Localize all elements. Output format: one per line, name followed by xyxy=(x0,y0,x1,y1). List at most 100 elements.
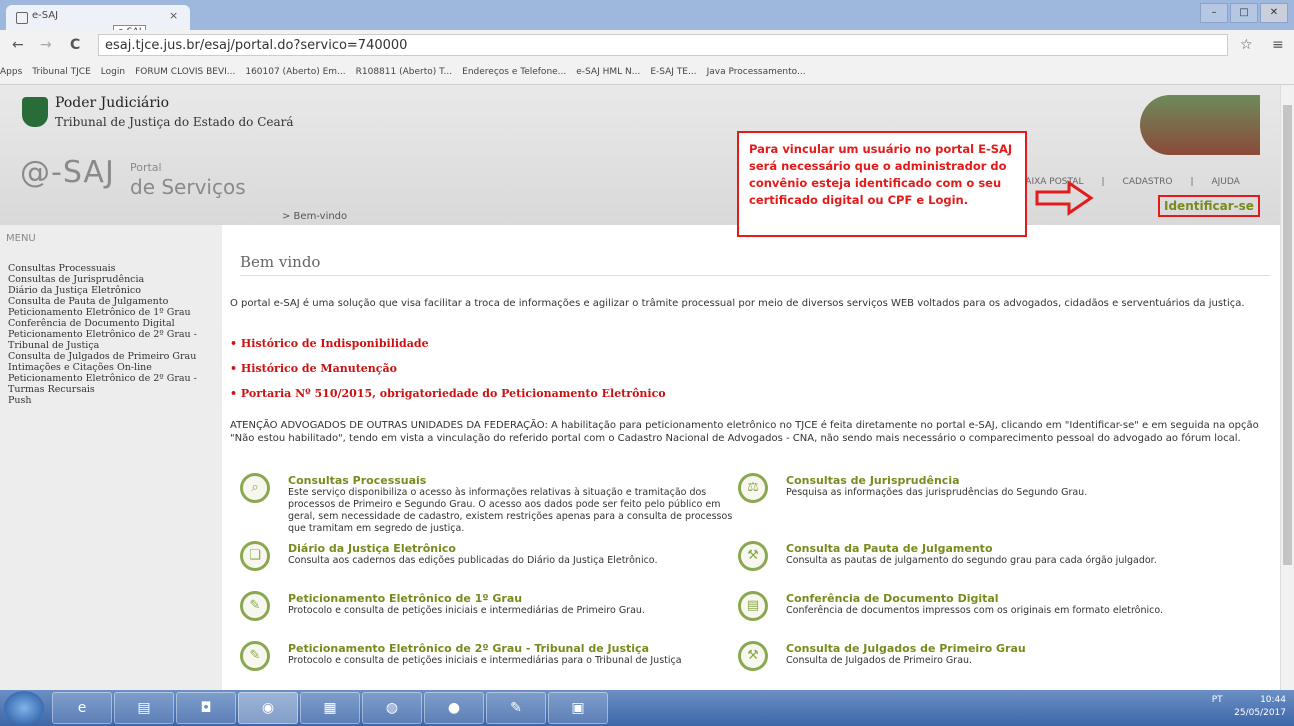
menu-items: Consultas Processuais Consultas de Jurisp… xyxy=(8,263,220,406)
service-title[interactable]: Peticionamento Eletrônico de 2º Grau - T… xyxy=(288,642,649,655)
sidebar-item[interactable]: Intimações e Citações On-line xyxy=(8,362,220,373)
service-title[interactable]: Consulta da Pauta de Julgamento xyxy=(786,542,993,555)
gavel-icon[interactable]: ⚒ xyxy=(738,541,768,571)
clock-time[interactable]: 10:44 xyxy=(1260,695,1286,705)
address-bar[interactable]: esaj.tjce.jus.br/esaj/portal.do?servico=… xyxy=(98,34,1228,56)
bookmark-item[interactable]: Login xyxy=(101,67,125,77)
forward-button[interactable]: → xyxy=(40,37,52,53)
office-taskbar-icon[interactable]: ◘ xyxy=(176,692,236,724)
org-title: Poder Judiciário xyxy=(55,95,170,111)
sidebar-item[interactable]: Consulta de Pauta de Julgamento xyxy=(8,296,220,307)
annotation-arrow-icon xyxy=(1035,180,1094,216)
tab-close-button[interactable]: × xyxy=(169,9,178,22)
logo-portal-text: Portal xyxy=(130,161,162,174)
app-taskbar-icon[interactable]: ✎ xyxy=(486,692,546,724)
file-check-icon[interactable]: ▤ xyxy=(738,591,768,621)
sidebar-item[interactable]: Peticionamento Eletrônico de 2º Grau - T… xyxy=(8,373,220,395)
bookmark-item[interactable]: Tribunal TJCE xyxy=(32,67,91,77)
sidebar-item[interactable]: Consultas de Jurisprudência xyxy=(8,274,220,285)
sidebar-item[interactable]: Consultas Processuais xyxy=(8,263,220,274)
scales-icon[interactable]: ⚖ xyxy=(738,473,768,503)
browser-menu-button[interactable]: ≡ xyxy=(1272,37,1284,53)
sidebar-menu: MENU Consultas Processuais Consultas de J… xyxy=(0,225,222,690)
service-title[interactable]: Consultas Processuais xyxy=(288,474,426,487)
close-window-button[interactable]: ✕ xyxy=(1260,3,1288,23)
windows-taskbar: e ▤ ◘ ◉ ▦ ◍ ● ✎ ▣ PT 10:44 25/05/2017 xyxy=(0,690,1294,726)
courthouse-image xyxy=(1140,95,1260,155)
explorer-taskbar-icon[interactable]: ▤ xyxy=(114,692,174,724)
atencao-notice: ATENÇÃO ADVOGADOS DE OUTRAS UNIDADES DA … xyxy=(230,420,1259,444)
bookmark-item[interactable]: FORUM CLOVIS BEVI... xyxy=(135,67,235,77)
service-description: Conferência de documentos impressos com … xyxy=(786,605,1164,616)
sidebar-item[interactable]: Peticionamento Eletrônico de 2º Grau - T… xyxy=(8,329,220,351)
notice-links: Histórico de Indisponibilidade Histórico… xyxy=(230,337,666,412)
magnifier-icon[interactable]: ⌕ xyxy=(240,473,270,503)
sidebar-item[interactable]: Diário da Justiça Eletrônico xyxy=(8,285,220,296)
bookmark-item[interactable]: Endereços e Telefone... xyxy=(462,67,566,77)
bookmark-item[interactable]: e-SAJ HML N... xyxy=(576,67,640,77)
service-description: Protocolo e consulta de petições iniciai… xyxy=(288,655,682,666)
chrome-taskbar-icon[interactable]: ◉ xyxy=(238,692,298,724)
link-separator: | xyxy=(1101,177,1105,187)
sidebar-item[interactable]: Conferência de Documento Digital xyxy=(8,318,220,329)
bookmark-item[interactable]: E-SAJ TE... xyxy=(650,67,696,77)
org-subtitle: Tribunal de Justiça do Estado do Ceará xyxy=(55,115,294,129)
service-title[interactable]: Peticionamento Eletrônico de 1º Grau xyxy=(288,592,522,605)
service-description: Protocolo e consulta de petições iniciai… xyxy=(288,605,645,616)
start-button-icon[interactable] xyxy=(4,691,44,725)
document-taskbar-icon[interactable]: ▦ xyxy=(300,692,360,724)
clock-date[interactable]: 25/05/2017 xyxy=(1234,708,1286,718)
cadastro-link[interactable]: CADASTRO xyxy=(1123,177,1173,187)
maximize-button[interactable]: □ xyxy=(1230,3,1258,23)
page-scrollbar[interactable] xyxy=(1280,85,1294,690)
service-description: Pesquisa as informações das jurisprudênc… xyxy=(786,487,1088,498)
saj-taskbar-icon[interactable]: ▣ xyxy=(548,692,608,724)
sidebar-item[interactable]: Consulta de Julgados de Primeiro Grau xyxy=(8,351,220,362)
main-content: Bem vindo O portal e-SAJ é uma solução q… xyxy=(228,225,1278,690)
page-viewport: Poder Judiciário Tribunal de Justiça do … xyxy=(0,85,1280,690)
ie-taskbar-icon[interactable]: e xyxy=(52,692,112,724)
firefox-taskbar-icon[interactable]: ◍ xyxy=(362,692,422,724)
bookmarks-bar: Apps Tribunal TJCE Login FORUM CLOVIS BEVI.… xyxy=(0,60,1294,85)
menu-title: MENU xyxy=(6,233,36,244)
scrollbar-thumb[interactable] xyxy=(1283,105,1292,565)
document-icon[interactable]: ✎ xyxy=(240,641,270,671)
bookmark-item[interactable]: R108811 (Aberto) T... xyxy=(356,67,453,77)
sidebar-item[interactable]: Peticionamento Eletrônico de 1º Grau xyxy=(8,307,220,318)
window-controls: – □ ✕ xyxy=(1200,3,1288,23)
bookmark-star-icon[interactable]: ☆ xyxy=(1240,37,1253,53)
reload-button[interactable]: C xyxy=(70,37,80,53)
historico-indisponibilidade-link[interactable]: Histórico de Indisponibilidade xyxy=(230,337,666,350)
language-indicator[interactable]: PT xyxy=(1212,695,1223,705)
service-description: Consulta as pautas de julgamento do segu… xyxy=(786,555,1157,566)
book-icon[interactable]: ❏ xyxy=(240,541,270,571)
tab-title: e-SAJ xyxy=(32,10,59,21)
browser-titlebar: e-SAJ × – □ ✕ xyxy=(0,0,1294,30)
title-divider xyxy=(240,275,1270,276)
minimize-button[interactable]: – xyxy=(1200,3,1228,23)
bookmark-item[interactable]: Java Processamento... xyxy=(707,67,806,77)
service-title[interactable]: Conferência de Documento Digital xyxy=(786,592,999,605)
service-title[interactable]: Consulta de Julgados de Primeiro Grau xyxy=(786,642,1026,655)
service-description: Consulta de Julgados de Primeiro Grau. xyxy=(786,655,973,666)
browser-toolbar: ← → C esaj.tjce.jus.br/esaj/portal.do?se… xyxy=(0,30,1294,60)
gavel-icon[interactable]: ⚒ xyxy=(738,641,768,671)
bookmark-item[interactable]: 160107 (Aberto) Em... xyxy=(245,67,345,77)
esaj-logo[interactable]: @-SAJ xyxy=(20,155,115,190)
bookmark-item[interactable]: Apps xyxy=(0,67,22,77)
service-description: Este serviço disponibiliza o acesso às i… xyxy=(288,487,733,534)
media-taskbar-icon[interactable]: ● xyxy=(424,692,484,724)
coat-of-arms-icon xyxy=(22,97,48,127)
browser-tab[interactable]: e-SAJ × xyxy=(6,5,190,30)
portaria-link[interactable]: Portaria Nº 510/2015, obrigatoriedade do… xyxy=(230,387,666,400)
service-description: Consulta aos cadernos das edições public… xyxy=(288,555,658,566)
ajuda-link[interactable]: AJUDA xyxy=(1212,177,1240,187)
service-title[interactable]: Consultas de Jurisprudência xyxy=(786,474,960,487)
sidebar-item[interactable]: Push xyxy=(8,395,220,406)
service-title[interactable]: Diário da Justiça Eletrônico xyxy=(288,542,456,555)
document-icon[interactable]: ✎ xyxy=(240,591,270,621)
back-button[interactable]: ← xyxy=(12,37,24,53)
breadcrumb: > Bem-vindo xyxy=(282,211,348,222)
historico-manutencao-link[interactable]: Histórico de Manutenção xyxy=(230,362,666,375)
identificar-se-link[interactable]: Identificar-se xyxy=(1158,195,1260,217)
